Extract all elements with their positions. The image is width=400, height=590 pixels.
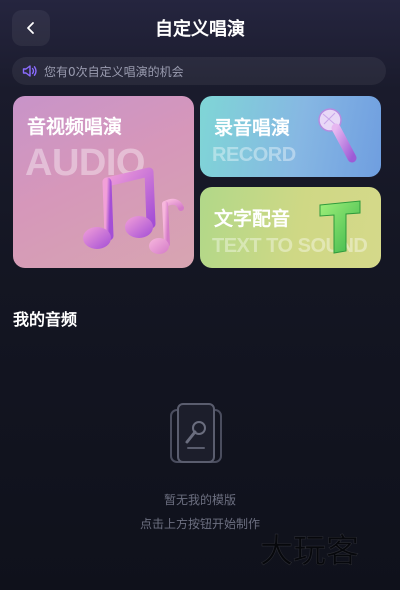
site-watermark-logo: 大玩客 <box>260 531 360 571</box>
card-title: 文字配音 <box>214 208 291 230</box>
notice-text: 您有0次自定义唱演的机会 <box>44 64 184 79</box>
karaoke-card-icon <box>170 403 222 463</box>
svg-text:大玩客: 大玩客 <box>260 531 359 570</box>
page-title: 自定义唱演 <box>155 19 245 40</box>
speaker-icon <box>22 64 38 78</box>
empty-state-title: 暂无我的模版 <box>163 493 236 507</box>
recording-performance-card[interactable]: RECORD 录音唱演 <box>200 96 381 177</box>
card-title: 音视频唱演 <box>27 116 123 138</box>
audio-video-performance-card[interactable]: AUDIO 音视频唱演 <box>13 96 194 268</box>
microphone-icon <box>318 108 357 163</box>
top-bar: 自定义唱演 <box>0 0 400 56</box>
notice-bar: 您有0次自定义唱演的机会 <box>12 57 386 85</box>
letter-t-icon <box>319 200 361 254</box>
text-dubbing-card[interactable]: TEXT TO SOUND 文字配音 <box>200 187 381 268</box>
music-note-icon <box>83 167 184 254</box>
card-watermark: RECORD <box>212 144 296 166</box>
card-title: 录音唱演 <box>214 117 291 139</box>
section-title-my-audio: 我的音频 <box>13 310 78 329</box>
